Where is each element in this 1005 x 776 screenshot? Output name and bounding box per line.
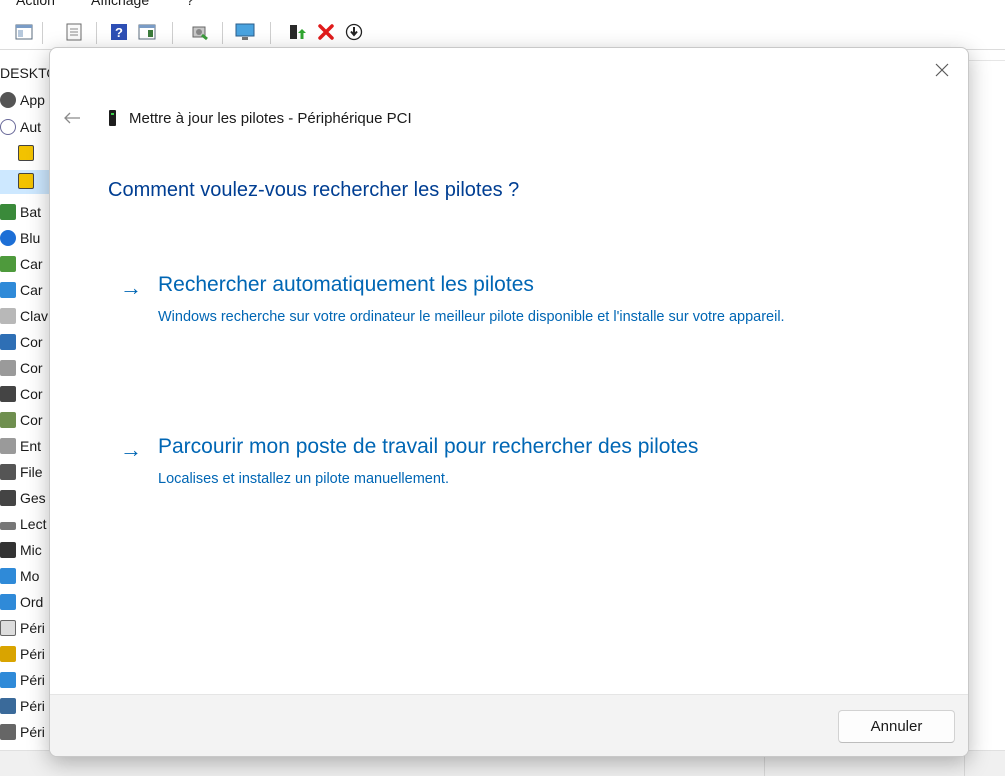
system-device-icon [0, 698, 16, 714]
dialog-title-row: Mettre à jour les pilotes - Périphérique… [109, 106, 412, 130]
warning-device-icon [18, 145, 34, 161]
arrow-right-icon: → [120, 437, 142, 462]
help-icon[interactable]: ? [109, 22, 129, 42]
monitor-icon [0, 568, 16, 584]
search-automatically-option[interactable]: → Rechercher automatiquement les pilotes… [120, 273, 820, 358]
display-adapter-icon [0, 282, 16, 298]
unknown-device-icon [0, 119, 16, 135]
print-queue-icon [0, 464, 16, 480]
menu-bar: Action Affichage ? [0, 0, 1005, 12]
battery-icon [0, 204, 16, 220]
monitor-icon[interactable] [235, 22, 255, 42]
menu-action[interactable]: Action [16, 0, 55, 8]
usb-icon [0, 386, 16, 402]
menu-affichage[interactable]: Affichage [91, 0, 149, 8]
back-button[interactable] [60, 106, 84, 130]
speaker-icon [0, 360, 16, 376]
close-icon [935, 63, 949, 77]
dialog-footer: Annuler [50, 694, 968, 756]
console-tree-icon[interactable] [14, 22, 34, 42]
storage-controller-icon [0, 412, 16, 428]
uninstall-icon[interactable] [316, 22, 336, 42]
update-driver-dialog: Mettre à jour les pilotes - Périphérique… [49, 47, 969, 757]
device-icon [0, 724, 16, 740]
option-description: Localises et installez un pilote manuell… [158, 471, 449, 487]
option-title: Rechercher automatiquement les pilotes [158, 273, 534, 296]
update-driver-icon[interactable] [287, 22, 307, 42]
mouse-icon [0, 490, 16, 506]
search-question-heading: Comment voulez-vous rechercher les pilot… [108, 179, 520, 201]
warning-device-icon [18, 173, 34, 189]
disk-drive-icon [0, 522, 16, 530]
software-device-icon [0, 672, 16, 688]
security-device-icon [0, 646, 16, 662]
scan-hardware-icon[interactable] [190, 22, 210, 42]
arrow-right-icon: → [120, 275, 142, 300]
webcam-icon [0, 92, 16, 108]
bluetooth-icon [0, 230, 16, 246]
cancel-button[interactable]: Annuler [838, 710, 955, 743]
firmware-icon [0, 542, 16, 558]
browse-computer-option[interactable]: → Parcourir mon poste de travail pour re… [120, 435, 820, 495]
pci-device-icon [109, 110, 116, 126]
audio-io-icon [0, 438, 16, 454]
fingerprint-icon [0, 620, 16, 636]
card-icon [0, 256, 16, 272]
enable-device-icon[interactable] [344, 22, 364, 42]
toolbar: ? [0, 14, 1005, 50]
computer-icon [0, 594, 16, 610]
menu-help[interactable]: ? [186, 0, 194, 8]
properties-icon[interactable] [64, 22, 84, 42]
dialog-title: Mettre à jour les pilotes - Périphérique… [129, 109, 412, 127]
controller-icon [0, 334, 16, 350]
option-description: Windows recherche sur votre ordinateur l… [158, 309, 785, 325]
keyboard-icon [0, 308, 16, 324]
svg-text:?: ? [115, 25, 123, 40]
option-title: Parcourir mon poste de travail pour rech… [158, 435, 699, 458]
view-pane-icon[interactable] [137, 22, 157, 42]
close-button[interactable] [930, 58, 954, 82]
back-arrow-icon [64, 112, 80, 124]
